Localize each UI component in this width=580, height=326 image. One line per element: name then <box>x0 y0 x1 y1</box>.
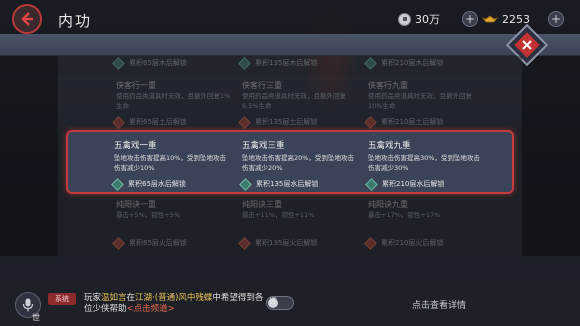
system-tag: 系统 <box>48 293 76 305</box>
skill-description: 使用药品类道具时无效，且额外回复10%生命 <box>368 92 472 110</box>
element-diamond-icon <box>238 115 251 129</box>
skill-node[interactable]: 侠客行三重 使用药品类道具时无效，且额外回复6.5%生命 累积135层土后解锁 <box>238 80 360 129</box>
unlock-condition: 累积135层木后解锁 <box>255 59 318 67</box>
gold-ingot-icon <box>482 15 498 23</box>
back-button[interactable] <box>12 4 42 34</box>
bottom-bar <box>0 256 580 286</box>
skill-description: 坠地攻击伤害提高20%，受到坠地攻击伤害减少20% <box>242 154 354 172</box>
skill-node[interactable]: 五禽戏三重 坠地攻击伤害提高20%，受到坠地攻击伤害减少20% 累积135层水后… <box>239 139 360 191</box>
chat-text-segment: 在 <box>126 293 136 303</box>
unlock-condition: 累积135层土后解锁 <box>255 118 318 126</box>
skill-node[interactable]: 累积65层木后解锁 <box>112 56 187 70</box>
element-diamond-icon <box>365 177 378 191</box>
skill-node[interactable]: 纯阳诀一重 暴击+5%，韧性+5% 累积65层火后解锁 <box>112 199 234 250</box>
chat-text-segment: 玩家 <box>84 293 102 303</box>
skill-name: 纯阳诀九重 <box>368 200 408 209</box>
element-diamond-icon <box>112 115 125 129</box>
skill-node[interactable]: 累积210层木后解锁 <box>364 56 444 70</box>
page-title: 内功 <box>58 12 93 30</box>
skill-name: 纯阳诀一重 <box>116 200 156 209</box>
skill-description: 坠地攻击伤害提高30%，受到坠地攻击伤害减少30% <box>368 154 480 172</box>
element-diamond-icon <box>239 177 252 191</box>
skill-name: 五禽戏九重 <box>368 141 411 151</box>
unlock-condition: 累积210层水后解锁 <box>382 180 445 188</box>
arrow-left-icon <box>21 12 33 26</box>
skill-name: 五禽戏一重 <box>114 141 157 151</box>
unlock-condition: 累积65层土后解锁 <box>129 118 187 126</box>
skill-node[interactable]: 纯阳诀九重 暴击+17%，韧性+17% 累积210层火后解锁 <box>364 199 486 250</box>
skill-node[interactable]: 纯阳诀三重 暴击+11%，韧性+11% 累积135层火后解锁 <box>238 199 360 250</box>
unlock-condition: 累积65层水后解锁 <box>128 180 186 188</box>
element-diamond-icon <box>364 56 377 70</box>
background-right-panel <box>522 55 580 260</box>
unlock-condition: 累积210层火后解锁 <box>381 239 444 247</box>
element-diamond-icon <box>238 56 251 70</box>
skill-name: 侠客行三重 <box>242 81 282 90</box>
skill-node[interactable]: 五禽戏九重 坠地攻击伤害提高30%，受到坠地攻击伤害减少30% 累积210层水后… <box>365 139 486 191</box>
chat-toggle-label: 评 <box>269 297 277 306</box>
world-channel-label: 世 <box>32 313 40 322</box>
channel-link[interactable]: <点击频道> <box>127 304 175 314</box>
skill-name: 纯阳诀三重 <box>242 200 282 209</box>
view-details-link[interactable]: 点击查看详情 <box>412 298 466 311</box>
gold-currency: 2253 <box>482 10 530 28</box>
silver-coin-icon <box>398 12 411 26</box>
player-name[interactable]: 温如言 <box>101 293 127 303</box>
unlock-condition: 累积135层水后解锁 <box>256 180 319 188</box>
unlock-condition: 累积65层火后解锁 <box>129 239 187 247</box>
skill-node[interactable]: 侠客行九重 使用药品类道具时无效，且额外回复10%生命 累积210层土后解锁 <box>364 80 486 129</box>
unlock-condition: 累积210层木后解锁 <box>381 59 444 67</box>
silver-currency: 30万 <box>398 10 440 28</box>
skill-node[interactable]: 累积135层木后解锁 <box>238 56 318 70</box>
close-icon <box>522 40 532 50</box>
skill-description: 暴击+5%，韧性+5% <box>116 211 181 219</box>
skill-name: 侠客行一重 <box>116 81 156 90</box>
element-diamond-icon <box>112 56 125 70</box>
skill-name: 侠客行九重 <box>368 81 408 90</box>
add-gold-button[interactable]: + <box>548 11 564 27</box>
skill-description: 暴击+11%，韧性+11% <box>242 211 315 219</box>
skill-description: 坠地攻击伤害提高10%，受到坠地攻击伤害减少10% <box>114 154 226 172</box>
unlock-condition: 累积210层土后解锁 <box>381 118 444 126</box>
unlock-condition: 累积65层木后解锁 <box>129 59 187 67</box>
unlock-condition: 累积135层火后解锁 <box>255 239 318 247</box>
microphone-icon <box>22 298 34 312</box>
element-diamond-icon <box>364 115 377 129</box>
chat-message[interactable]: 玩家温如言在江湖·(普通)风中残蝶中希望得到各位少侠帮助<点击频道> <box>84 293 270 315</box>
selected-skill-row[interactable]: 五禽戏一重 坠地攻击伤害提高10%，受到坠地攻击伤害减少10% 累积65层水后解… <box>66 130 514 194</box>
element-diamond-icon <box>112 236 125 250</box>
skill-description: 使用药品类道具时无效，且额外回复1%生命 <box>116 92 231 110</box>
silver-amount: 30万 <box>415 13 440 26</box>
skill-name: 五禽戏三重 <box>242 141 285 151</box>
element-diamond-icon <box>111 177 124 191</box>
location-name: 江湖·(普通)风中残蝶 <box>135 293 213 303</box>
skill-description: 暴击+17%，韧性+17% <box>368 211 441 219</box>
element-diamond-icon <box>238 236 251 250</box>
background-left-panel <box>0 55 58 260</box>
header-strip <box>0 34 580 56</box>
skill-description: 使用药品类道具时无效，且额外回复6.5%生命 <box>242 92 346 110</box>
add-silver-button[interactable]: + <box>462 11 478 27</box>
skill-node[interactable]: 侠客行一重 使用药品类道具时无效，且额外回复1%生命 累积65层土后解锁 <box>112 80 234 129</box>
skill-node[interactable]: 五禽戏一重 坠地攻击伤害提高10%，受到坠地攻击伤害减少10% 累积65层水后解… <box>111 139 232 191</box>
element-diamond-icon <box>364 236 377 250</box>
